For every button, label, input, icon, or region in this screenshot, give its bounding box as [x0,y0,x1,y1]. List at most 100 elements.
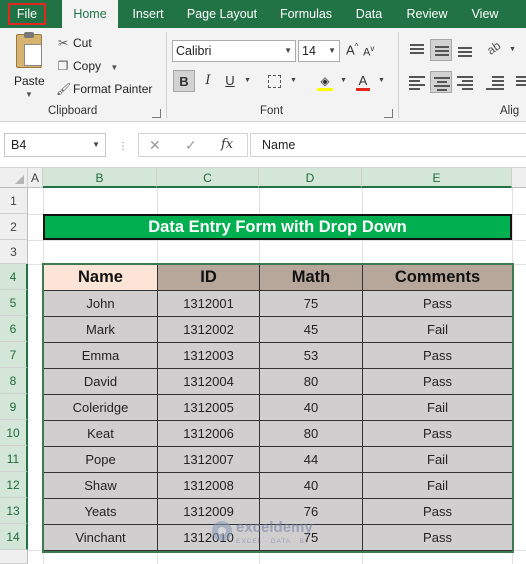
row-header-3[interactable]: 3 [0,240,28,264]
row-header-6[interactable]: 6 [0,316,28,342]
row-header-8[interactable]: 8 [0,368,28,394]
tab-insert[interactable]: Insert [122,0,174,28]
insert-function-icon[interactable]: fx [221,137,233,152]
row-header-9[interactable]: 9 [0,394,28,420]
cell-math[interactable]: 40 [259,472,363,499]
cell-id[interactable]: 1312002 [157,316,260,343]
cell-id[interactable]: 1312005 [157,394,260,421]
cell-comments[interactable]: Pass [362,524,513,551]
chevron-down-icon[interactable]: ▼ [92,134,100,156]
row-header-4[interactable]: 4 [0,264,28,290]
cell-id[interactable]: 1312004 [157,368,260,395]
cell-name[interactable]: Shaw [43,472,158,499]
select-all-button[interactable] [0,168,28,188]
cell-comments[interactable]: Fail [362,446,513,473]
column-header-e[interactable]: E [362,168,512,188]
column-header-f[interactable] [512,168,526,188]
sheet-title-cell[interactable]: Data Entry Form with Drop Down [43,214,512,240]
cell-comments[interactable]: Pass [362,290,513,317]
enter-icon[interactable]: ✓ [185,137,197,154]
cell-name[interactable]: David [43,368,158,395]
row-header-13[interactable]: 13 [0,498,28,524]
grow-font-button[interactable]: A^ [346,42,358,57]
header-cell-math[interactable]: Math [259,264,363,291]
underline-button[interactable]: U [219,70,241,92]
cell-name[interactable]: Yeats [43,498,158,525]
column-header-d[interactable]: D [259,168,362,188]
tab-view[interactable]: View [462,0,508,28]
fill-color-button[interactable]: ◈ [314,70,336,92]
formula-input[interactable]: Name [250,133,526,157]
clipboard-launcher-icon[interactable] [152,109,161,118]
cell-name[interactable]: Pope [43,446,158,473]
chevron-down-icon[interactable]: ▼ [509,46,516,53]
cell-id[interactable]: 1312003 [157,342,260,369]
align-right-button[interactable] [454,71,476,93]
row-header-2[interactable]: 2 [0,214,28,240]
chevron-down-icon[interactable]: ▼ [244,77,251,84]
cell-comments[interactable]: Pass [362,420,513,447]
cell-comments[interactable]: Fail [362,394,513,421]
row-header-15[interactable] [0,550,28,564]
row-header-7[interactable]: 7 [0,342,28,368]
chevron-down-icon[interactable]: ▼ [25,90,33,99]
chevron-down-icon[interactable]: ▼ [340,77,347,84]
font-size-select[interactable]: 14 ▼ [298,40,340,62]
column-header-a[interactable]: A [28,168,43,188]
copy-button[interactable]: ❐ Copy ▼ [56,56,119,76]
cell-id[interactable]: 1312008 [157,472,260,499]
orientation-button[interactable]: ab [484,38,506,61]
column-header-b[interactable]: B [43,168,157,188]
cell-id[interactable]: 1312007 [157,446,260,473]
cell-name[interactable]: Coleridge [43,394,158,421]
format-painter-button[interactable]: 🖌 Format Painter [56,79,152,99]
font-name-select[interactable]: Calibri ▼ [172,40,296,62]
cell-name[interactable]: Mark [43,316,158,343]
splitter-icon[interactable]: ⋮ [118,141,128,152]
cell-math[interactable]: 80 [259,368,363,395]
cell-name[interactable]: Vinchant [43,524,158,551]
cut-button[interactable]: ✂ Cut [56,33,92,53]
row-header-10[interactable]: 10 [0,420,28,446]
bold-button[interactable]: B [173,70,195,92]
cancel-icon[interactable]: ✕ [149,137,161,154]
top-align-button[interactable] [406,39,428,61]
tab-file[interactable]: File [4,0,50,28]
cell-math[interactable]: 53 [259,342,363,369]
cell-math[interactable]: 45 [259,316,363,343]
increase-indent-button[interactable] [508,71,526,93]
column-header-c[interactable]: C [157,168,259,188]
cell-comments[interactable]: Fail [362,316,513,343]
font-launcher-icon[interactable] [384,109,393,118]
chevron-down-icon[interactable]: ▼ [378,77,385,84]
row-header-14[interactable]: 14 [0,524,28,550]
row-header-5[interactable]: 5 [0,290,28,316]
row-header-12[interactable]: 12 [0,472,28,498]
tab-review[interactable]: Review [398,0,456,28]
header-cell-comments[interactable]: Comments [362,264,513,291]
tab-home[interactable]: Home [62,0,118,28]
cell-name[interactable]: Keat [43,420,158,447]
borders-button[interactable] [263,70,285,92]
cell-id[interactable]: 1312001 [157,290,260,317]
cell-comments[interactable]: Pass [362,342,513,369]
bottom-align-button[interactable] [454,39,476,61]
header-cell-name[interactable]: Name [43,264,158,291]
font-color-button[interactable]: A [352,70,374,92]
cell-comments[interactable]: Pass [362,498,513,525]
tab-data[interactable]: Data [348,0,390,28]
name-box[interactable]: B4 ▼ [4,133,106,157]
align-center-button[interactable] [430,71,452,93]
header-cell-id[interactable]: ID [157,264,260,291]
cell-id[interactable]: 1312006 [157,420,260,447]
worksheet-grid[interactable]: A B C D E 1 2 3 4 5 6 7 8 9 10 11 12 13 … [0,168,526,564]
cell-name[interactable]: Emma [43,342,158,369]
row-header-11[interactable]: 11 [0,446,28,472]
cell-math[interactable]: 40 [259,394,363,421]
cell-math[interactable]: 80 [259,420,363,447]
cell-comments[interactable]: Fail [362,472,513,499]
tab-formulas[interactable]: Formulas [272,0,340,28]
cell-name[interactable]: John [43,290,158,317]
middle-align-button[interactable] [430,39,452,61]
chevron-down-icon[interactable]: ▼ [110,63,118,72]
